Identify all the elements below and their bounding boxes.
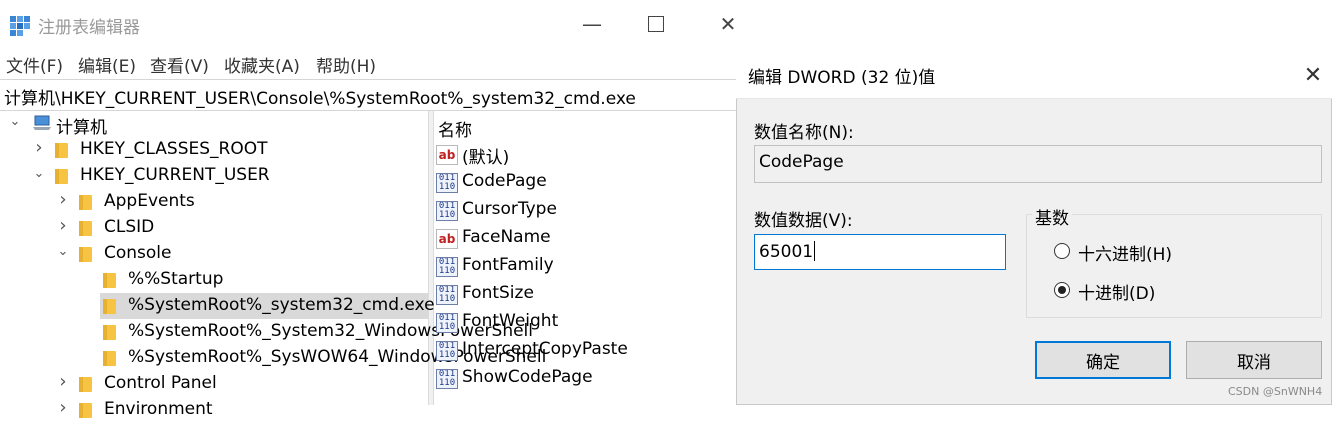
- string-value-icon: ab: [436, 229, 458, 249]
- folder-icon: [79, 221, 92, 236]
- tree-item[interactable]: ⌄ HKEY_CURRENT_USER: [0, 163, 428, 189]
- chevron-right-icon[interactable]: ›: [56, 191, 70, 209]
- folder-icon: [103, 299, 116, 314]
- value-data-label: 数值数据(V):: [754, 211, 853, 231]
- tree-item[interactable]: › HKEY_CLASSES_ROOT: [0, 137, 428, 163]
- ok-button[interactable]: 确定: [1035, 341, 1171, 379]
- tree-item[interactable]: ⌄ Console: [0, 241, 428, 267]
- value-data-text: 65001: [759, 242, 814, 262]
- registry-editor-window: 注册表编辑器 — ✕ 文件(F) 编辑(E) 查看(V) 收藏夹(A) 帮助(H…: [0, 0, 762, 419]
- folder-icon: [103, 325, 116, 340]
- tree-item-label: Environment: [104, 399, 213, 419]
- registry-editor-icon: [10, 16, 30, 36]
- tree-item-label: %SystemRoot%_system32_cmd.exe: [128, 295, 435, 315]
- chevron-down-icon[interactable]: ⌄: [8, 115, 22, 129]
- value-data-input[interactable]: 65001: [754, 234, 1006, 270]
- binary-value-icon: 011 110: [436, 341, 458, 361]
- value-name-field[interactable]: CodePage: [754, 145, 1322, 183]
- value-name-label: CodePage: [462, 171, 547, 191]
- menu-file[interactable]: 文件(F): [6, 52, 63, 77]
- radio-hexadecimal-label[interactable]: 十六进制(H): [1078, 240, 1172, 265]
- dialog-title: 编辑 DWORD (32 位)值: [748, 68, 936, 88]
- dialog-close-button[interactable]: ✕: [1296, 58, 1330, 92]
- radio-decimal-label[interactable]: 十进制(D): [1078, 279, 1155, 304]
- text-caret: [814, 241, 816, 261]
- binary-value-icon: 011 110: [436, 285, 458, 305]
- tree-item-label: AppEvents: [104, 191, 195, 211]
- chevron-right-icon[interactable]: ›: [56, 399, 70, 417]
- tree-item-label: 计算机: [56, 118, 107, 138]
- folder-icon: [103, 351, 116, 366]
- radio-selected-dot: [1058, 286, 1066, 294]
- value-name-label: (默认): [462, 148, 510, 168]
- chevron-down-icon[interactable]: ⌄: [32, 167, 46, 181]
- value-name-label: InterceptCopyPaste: [462, 339, 628, 359]
- radio-decimal[interactable]: [1054, 282, 1070, 298]
- menu-favorites[interactable]: 收藏夹(A): [224, 52, 300, 77]
- chevron-right-icon[interactable]: ›: [32, 139, 46, 157]
- base-label: 基数: [1032, 204, 1072, 229]
- tree-item[interactable]: %SystemRoot%_SysWOW64_WindowsPowerShell: [0, 345, 546, 371]
- folder-icon: [79, 195, 92, 210]
- value-name-label: CursorType: [462, 199, 557, 219]
- binary-value-icon: 011 110: [436, 201, 458, 221]
- close-button[interactable]: ✕: [696, 0, 760, 48]
- tree-item[interactable]: %%Startup: [0, 267, 428, 293]
- value-name-label: FaceName: [462, 227, 551, 247]
- close-icon: ✕: [1303, 62, 1323, 88]
- tree-item-label: Control Panel: [104, 373, 217, 393]
- menu-view[interactable]: 查看(V): [150, 52, 209, 77]
- chevron-down-icon[interactable]: ⌄: [56, 245, 70, 259]
- tree-item[interactable]: › AppEvents: [0, 189, 428, 215]
- watermark-text: CSDN @SnWNH4: [1228, 385, 1323, 398]
- tree-item-label: %%Startup: [128, 269, 224, 289]
- value-name-label: FontWeight: [462, 311, 559, 331]
- minimize-icon: —: [582, 12, 602, 36]
- window-title: 注册表编辑器: [38, 18, 140, 38]
- address-path[interactable]: 计算机\HKEY_CURRENT_USER\Console\%SystemRoo…: [4, 84, 636, 109]
- tree-item-label: CLSID: [104, 217, 155, 237]
- close-icon: ✕: [719, 12, 737, 36]
- folder-icon: [79, 403, 92, 418]
- tree-item[interactable]: %SystemRoot%_system32_cmd.exe: [0, 293, 435, 319]
- maximize-icon: [648, 16, 664, 32]
- folder-icon: [79, 247, 92, 262]
- binary-value-icon: 011 110: [436, 369, 458, 389]
- binary-value-icon: 011 110: [436, 257, 458, 277]
- value-name-label: 数值名称(N):: [754, 123, 854, 143]
- string-value-icon: ab: [436, 145, 458, 165]
- value-name-label: FontFamily: [462, 255, 554, 275]
- minimize-button[interactable]: —: [560, 0, 624, 48]
- tree-item[interactable]: › Environment: [0, 397, 428, 423]
- radio-hexadecimal[interactable]: [1054, 243, 1070, 259]
- folder-icon: [55, 169, 68, 184]
- tree-item[interactable]: › CLSID: [0, 215, 428, 241]
- chevron-right-icon[interactable]: ›: [56, 217, 70, 235]
- tree-item[interactable]: ⌄ 计算机: [0, 111, 428, 139]
- binary-value-icon: 011 110: [436, 173, 458, 193]
- tree-item-label: HKEY_CURRENT_USER: [80, 165, 270, 185]
- value-name-label: FontSize: [462, 283, 534, 303]
- folder-icon: [103, 273, 116, 288]
- tree-item-label: Console: [104, 243, 172, 263]
- tree-item[interactable]: %SystemRoot%_System32_WindowsPowerShell: [0, 319, 533, 345]
- menu-edit[interactable]: 编辑(E): [78, 52, 136, 77]
- value-name-label: ShowCodePage: [462, 367, 593, 387]
- computer-icon: [32, 115, 52, 131]
- binary-value-icon: 011 110: [436, 313, 458, 333]
- maximize-button[interactable]: [624, 0, 688, 48]
- folder-icon: [79, 377, 92, 392]
- cancel-button[interactable]: 取消: [1186, 341, 1322, 379]
- tree-item[interactable]: › Control Panel: [0, 371, 428, 397]
- menu-help[interactable]: 帮助(H): [316, 52, 376, 77]
- folder-icon: [55, 143, 68, 158]
- column-header-name[interactable]: 名称: [438, 116, 472, 141]
- base-groupbox: [1026, 214, 1322, 318]
- tree-item-label: HKEY_CLASSES_ROOT: [80, 139, 268, 159]
- chevron-right-icon[interactable]: ›: [56, 373, 70, 391]
